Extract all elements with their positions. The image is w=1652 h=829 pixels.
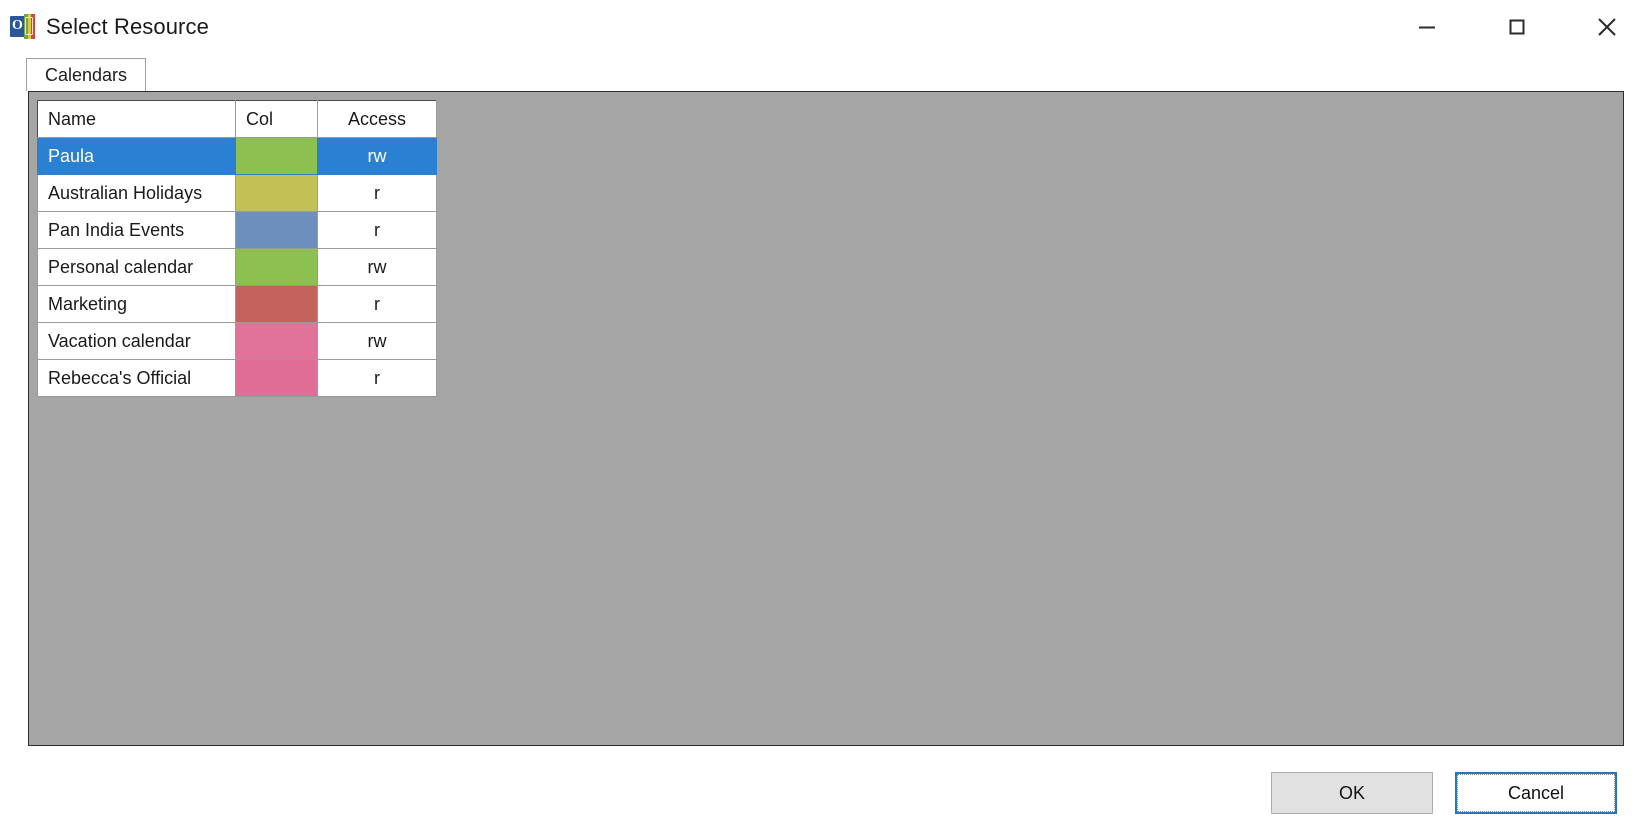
cell-color (235, 174, 318, 212)
tab-calendars[interactable]: Calendars (26, 58, 147, 91)
cell-access: rw (317, 137, 437, 175)
title-bar: Select Resource (0, 0, 1652, 54)
window-title: Select Resource (46, 14, 209, 39)
minimize-icon (1419, 26, 1435, 29)
close-icon (1598, 18, 1616, 36)
ok-button[interactable]: OK (1271, 772, 1433, 814)
cancel-button-label: Cancel (1457, 774, 1615, 812)
color-swatch (236, 212, 317, 248)
table-row[interactable]: Australian Holidays r (37, 174, 437, 212)
cell-name: Marketing (37, 285, 236, 323)
table-row[interactable]: Rebecca's Official r (37, 359, 437, 397)
cell-color (235, 211, 318, 249)
color-swatch (236, 175, 317, 211)
column-header-name[interactable]: Name (37, 100, 236, 138)
cell-access: rw (317, 248, 437, 286)
dialog-footer: OK Cancel (0, 757, 1652, 829)
ok-button-label: OK (1338, 782, 1365, 803)
cell-color (235, 359, 318, 397)
table-row[interactable]: Personal calendar rw (37, 248, 437, 286)
cell-name: Personal calendar (37, 248, 236, 286)
cell-color (235, 285, 318, 323)
table-row[interactable]: Vacation calendar rw (37, 322, 437, 360)
cell-name: Rebecca's Official (37, 359, 236, 397)
maximize-icon (1509, 19, 1525, 35)
tab-strip: Calendars (0, 54, 1652, 91)
color-swatch (236, 360, 317, 396)
window-controls (1382, 0, 1652, 54)
close-button[interactable] (1562, 0, 1652, 54)
cell-name: Vacation calendar (37, 322, 236, 360)
cell-access: r (317, 285, 437, 323)
color-swatch (236, 286, 317, 322)
minimize-button[interactable] (1382, 0, 1472, 54)
cell-access: r (317, 174, 437, 212)
cell-access: rw (317, 322, 437, 360)
panel-container: Name Col Access Paula rw Australian Holi… (0, 91, 1652, 757)
cell-name: Paula (37, 137, 236, 175)
cell-color (235, 248, 318, 286)
grid-body: Paula rw Australian Holidays r Pan India… (37, 137, 437, 397)
table-row[interactable]: Paula rw (37, 137, 437, 175)
color-swatch (236, 323, 317, 359)
cell-color (235, 322, 318, 360)
color-swatch (236, 138, 317, 174)
resource-list-panel: Name Col Access Paula rw Australian Holi… (28, 91, 1624, 746)
cell-access: r (317, 211, 437, 249)
cell-name: Pan India Events (37, 211, 236, 249)
cell-color (235, 137, 318, 175)
cancel-button[interactable]: Cancel (1455, 772, 1617, 814)
select-resource-dialog: Select Resource Calendars (0, 0, 1652, 829)
cell-access: r (317, 359, 437, 397)
cell-name: Australian Holidays (37, 174, 236, 212)
color-swatch (236, 249, 317, 285)
grid-header-row: Name Col Access (37, 100, 437, 138)
table-row[interactable]: Marketing r (37, 285, 437, 323)
table-row[interactable]: Pan India Events r (37, 211, 437, 249)
column-header-access[interactable]: Access (317, 100, 437, 138)
tab-calendars-label: Calendars (45, 64, 128, 85)
outlook-calendar-icon (10, 14, 36, 40)
maximize-button[interactable] (1472, 0, 1562, 54)
resource-grid[interactable]: Name Col Access Paula rw Australian Holi… (37, 100, 437, 397)
column-header-col[interactable]: Col (235, 100, 318, 138)
